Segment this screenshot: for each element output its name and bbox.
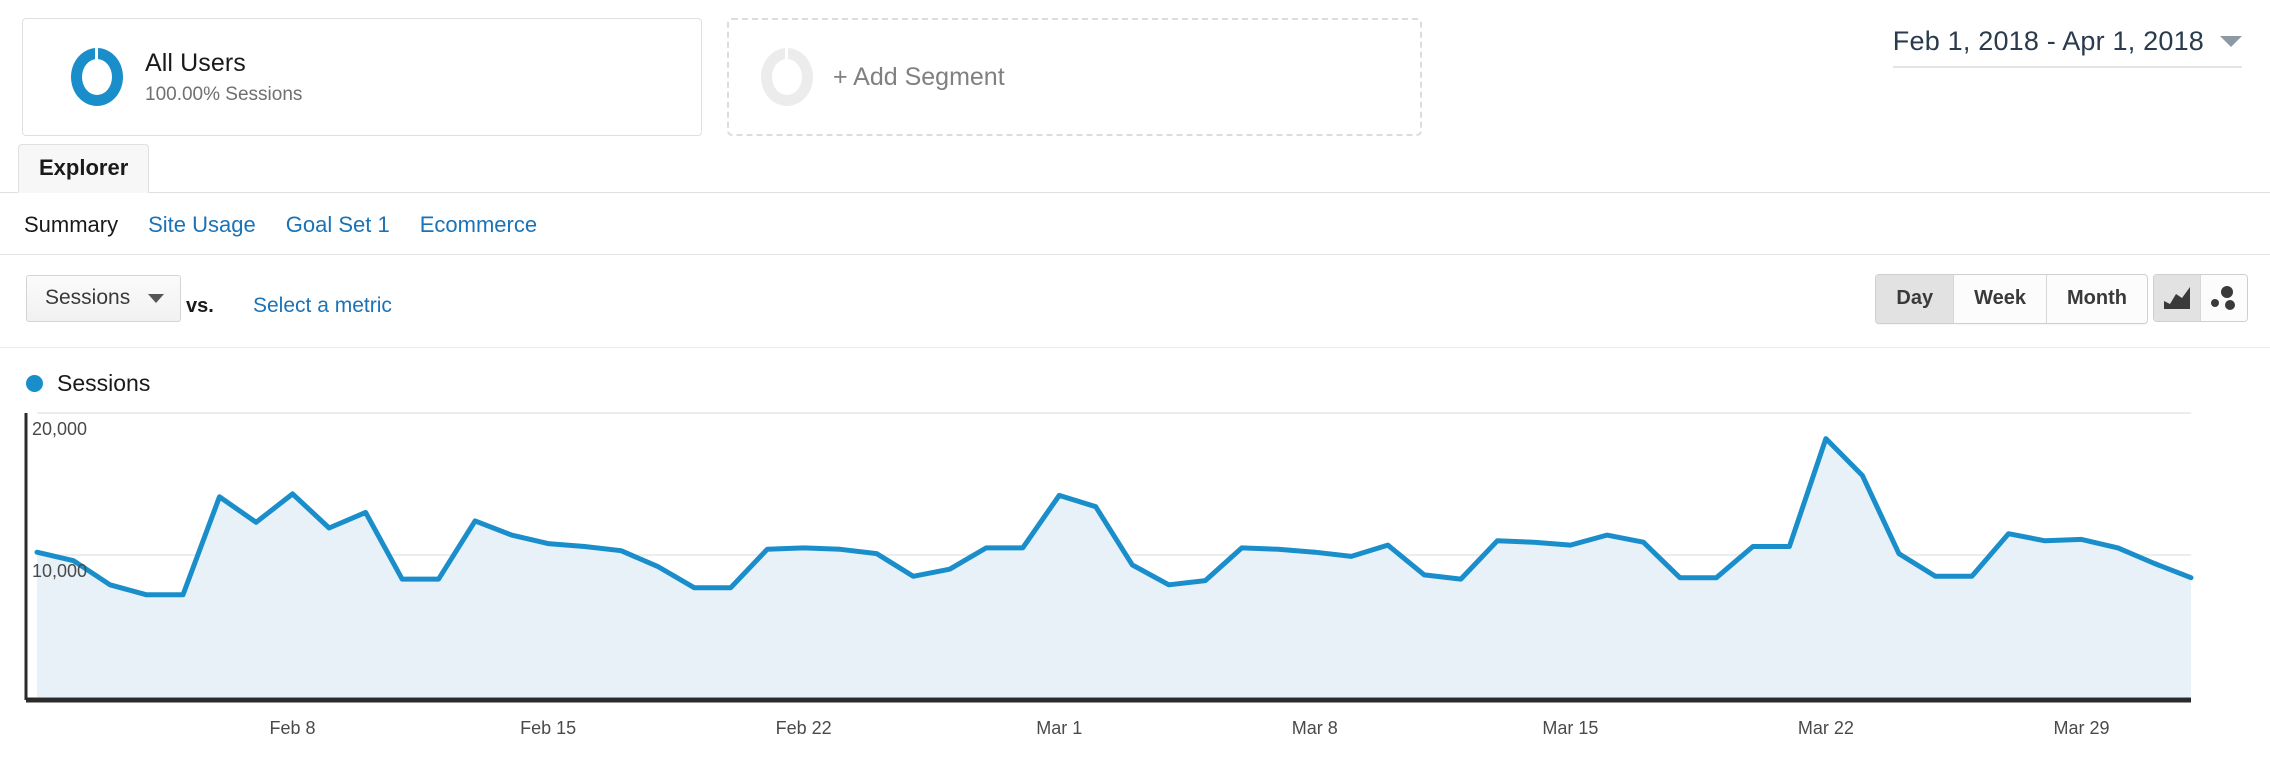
chevron-down-icon — [2220, 36, 2242, 47]
date-range-label: Feb 1, 2018 - Apr 1, 2018 — [1892, 26, 2204, 56]
chart-type-toggle-group — [2153, 274, 2248, 322]
granularity-day-button[interactable]: Day — [1876, 275, 1955, 323]
granularity-week-button[interactable]: Week — [1954, 275, 2048, 323]
sub-tab-summary[interactable]: Summary — [24, 212, 118, 238]
x-axis-labels: Feb 8 Feb 15 Feb 22 Mar 1 Mar 8 Mar 15 Mar 22 M… — [0, 710, 2270, 750]
x-axis-tick-label: Mar 15 — [1542, 718, 1599, 738]
metric-select-label: Sessions — [45, 286, 131, 309]
x-axis-tick-label: Feb 8 — [269, 718, 316, 738]
chart-legend: Sessions — [0, 348, 2270, 396]
add-segment-label: + Add Segment — [833, 62, 1005, 91]
chart-canvas — [24, 412, 2194, 703]
motion-chart-icon[interactable] — [2201, 275, 2247, 321]
metric-select-dropdown[interactable]: Sessions — [26, 275, 182, 322]
segment-bar: All Users 100.00% Sessions + Add Segment… — [0, 0, 2270, 148]
add-segment-button[interactable]: + Add Segment — [727, 18, 1422, 136]
donut-icon — [71, 48, 123, 106]
date-range-selector[interactable]: Feb 1, 2018 - Apr 1, 2018 — [1892, 26, 2242, 68]
segment-card-text: All Users 100.00% Sessions — [145, 48, 302, 106]
x-axis-tick-label: Mar 22 — [1797, 718, 1854, 738]
segment-title: All Users — [145, 48, 246, 77]
tab-explorer[interactable]: Explorer — [18, 144, 150, 193]
x-axis-tick-label: Feb 22 — [775, 718, 832, 738]
x-axis-tick-label: Feb 15 — [520, 718, 577, 738]
granularity-toggle-group: Day Week Month — [1875, 274, 2148, 324]
x-axis-tick-label: Mar 29 — [2053, 718, 2110, 738]
x-axis-tick-label: Mar 1 — [1036, 718, 1083, 738]
sessions-area-chart[interactable]: 10,000 20,000 — [0, 410, 2270, 710]
granularity-month-button[interactable]: Month — [2047, 275, 2147, 323]
area-chart-icon[interactable] — [2154, 275, 2201, 321]
segment-card-all-users[interactable]: All Users 100.00% Sessions — [22, 18, 702, 136]
chevron-down-icon — [148, 293, 165, 303]
legend-color-dot — [26, 374, 43, 392]
select-a-metric-link[interactable]: Select a metric — [253, 294, 392, 318]
segment-subtitle: 100.00% Sessions — [145, 84, 303, 106]
legend-series-label: Sessions — [57, 369, 151, 396]
x-axis-tick-label: Mar 8 — [1291, 718, 1338, 738]
donut-outline-icon — [761, 48, 813, 106]
y-axis-tick-label: 10,000 — [32, 561, 88, 581]
sub-tab-ecommerce[interactable]: Ecommerce — [420, 212, 537, 238]
vs-label: vs. — [186, 295, 214, 317]
sub-tab-bar: Summary Site Usage Goal Set 1 Ecommerce — [0, 193, 2270, 255]
tab-strip: Explorer — [0, 144, 2270, 193]
sub-tab-site-usage[interactable]: Site Usage — [148, 212, 256, 238]
chart-controls: Sessions vs. Select a metric Day Week Mo… — [0, 255, 2270, 348]
y-axis-tick-label: 20,000 — [32, 419, 88, 439]
sub-tab-goal-set-1[interactable]: Goal Set 1 — [286, 212, 390, 238]
